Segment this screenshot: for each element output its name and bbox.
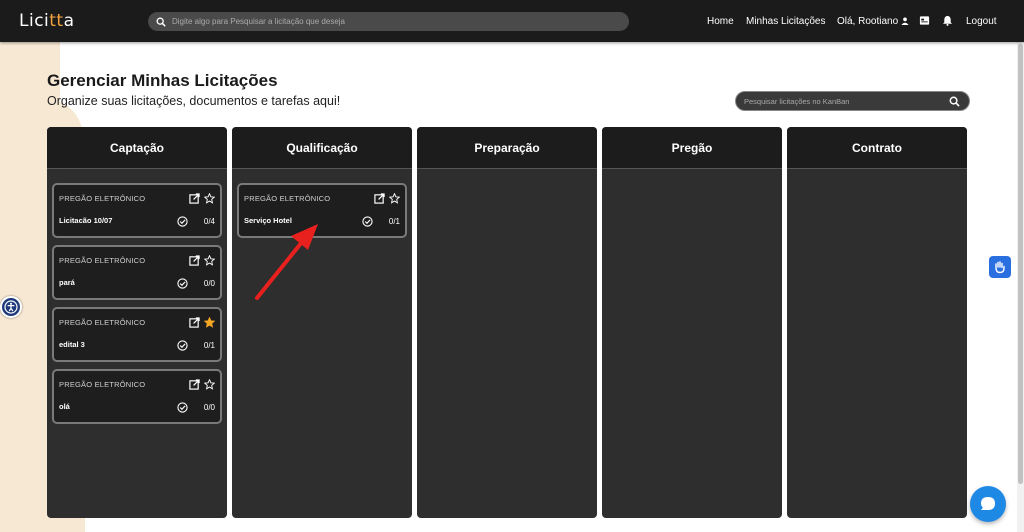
user-greeting: Olá, Rootiano (837, 15, 899, 27)
accessibility-icon (4, 300, 18, 314)
app-logo[interactable]: Licitta (19, 11, 75, 31)
chat-button[interactable] (970, 486, 1006, 522)
hand-icon (995, 261, 1005, 274)
column-title: Qualificação (232, 127, 412, 169)
page-title: Gerenciar Minhas Licitações (47, 71, 278, 90)
column-title: Contrato (787, 127, 967, 169)
column-body (602, 169, 782, 183)
licitacao-card[interactable]: PREGÃO ELETRÔNICO pará 0/0 (52, 245, 222, 300)
licitacao-card[interactable]: PREGÃO ELETRÔNICO edital 3 0/1 (52, 307, 222, 362)
column-body: PREGÃO ELETRÔNICO Licitacão 10/07 0/4 PREGÃ… (47, 169, 227, 424)
annotation-arrow-icon (255, 224, 318, 300)
card-type-label: PREGÃO ELETRÔNICO (59, 194, 146, 203)
column-body (417, 169, 597, 183)
kanban-column: Captação PREGÃO ELETRÔNICO Licitacão 10/07… (47, 127, 227, 518)
task-count: 0/0 (203, 279, 215, 288)
search-icon (156, 17, 166, 27)
check-circle-icon (177, 340, 188, 351)
chat-bubble-icon (981, 497, 995, 510)
global-search (148, 12, 629, 31)
open-external-icon[interactable] (189, 379, 200, 390)
nav-home-link[interactable]: Home (707, 0, 734, 42)
licitacao-card[interactable]: PREGÃO ELETRÔNICO olá 0/0 (52, 369, 222, 424)
kanban-column: Preparação (417, 127, 597, 518)
nav-user-profile[interactable]: Olá, Rootiano (837, 0, 909, 42)
licitacao-card[interactable]: PREGÃO ELETRÔNICO Licitacão 10/07 0/4 (52, 183, 222, 238)
card-title: edital 3 (59, 340, 85, 349)
open-external-icon[interactable] (189, 255, 200, 266)
kanban-column: Qualificação PREGÃO ELETRÔNICO Serviço Hot… (232, 127, 412, 518)
accessibility-button[interactable] (0, 296, 22, 318)
star-icon[interactable] (204, 193, 215, 204)
star-icon[interactable] (389, 193, 400, 204)
task-count: 0/1 (388, 217, 400, 226)
search-icon[interactable] (949, 96, 960, 107)
kanban-column: Contrato (787, 127, 967, 518)
page-subtitle: Organize suas licitações, documentos e t… (47, 94, 341, 108)
task-count: 0/0 (203, 403, 215, 412)
star-icon[interactable] (204, 255, 215, 266)
global-search-input[interactable] (172, 17, 612, 26)
star-icon[interactable] (204, 379, 215, 390)
column-title: Captação (47, 127, 227, 169)
sign-language-button[interactable] (989, 256, 1011, 278)
check-circle-icon (177, 216, 188, 227)
bell-icon[interactable] (942, 15, 953, 26)
column-body (787, 169, 967, 183)
open-external-icon[interactable] (374, 193, 385, 204)
card-type-label: PREGÃO ELETRÔNICO (244, 194, 331, 203)
card-type-label: PREGÃO ELETRÔNICO (59, 256, 146, 265)
page-scrollbar-thumb[interactable] (1018, 44, 1023, 484)
star-icon[interactable] (204, 317, 215, 328)
card-type-label: PREGÃO ELETRÔNICO (59, 318, 146, 327)
card-title: pará (59, 278, 75, 287)
open-external-icon[interactable] (189, 317, 200, 328)
card-title: olá (59, 402, 70, 411)
column-title: Pregão (602, 127, 782, 169)
kanban-column: Pregão (602, 127, 782, 518)
top-navbar: Licitta Home Minhas Licitações Olá, Root… (0, 0, 1024, 42)
nav-logout-link[interactable]: Logout (966, 0, 997, 42)
check-circle-icon (362, 216, 373, 227)
task-count: 0/1 (203, 341, 215, 350)
check-circle-icon (177, 278, 188, 289)
calendar-card-icon[interactable] (919, 15, 930, 26)
nav-minhas-licitacoes-link[interactable]: Minhas Licitações (746, 0, 825, 42)
column-title: Preparação (417, 127, 597, 169)
check-circle-icon (177, 402, 188, 413)
kanban-search (735, 91, 970, 111)
card-type-label: PREGÃO ELETRÔNICO (59, 380, 146, 389)
task-count: 0/4 (203, 217, 215, 226)
open-external-icon[interactable] (189, 193, 200, 204)
kanban-search-input[interactable] (744, 96, 944, 106)
user-icon (901, 17, 909, 25)
card-title: Licitacão 10/07 (59, 216, 113, 225)
